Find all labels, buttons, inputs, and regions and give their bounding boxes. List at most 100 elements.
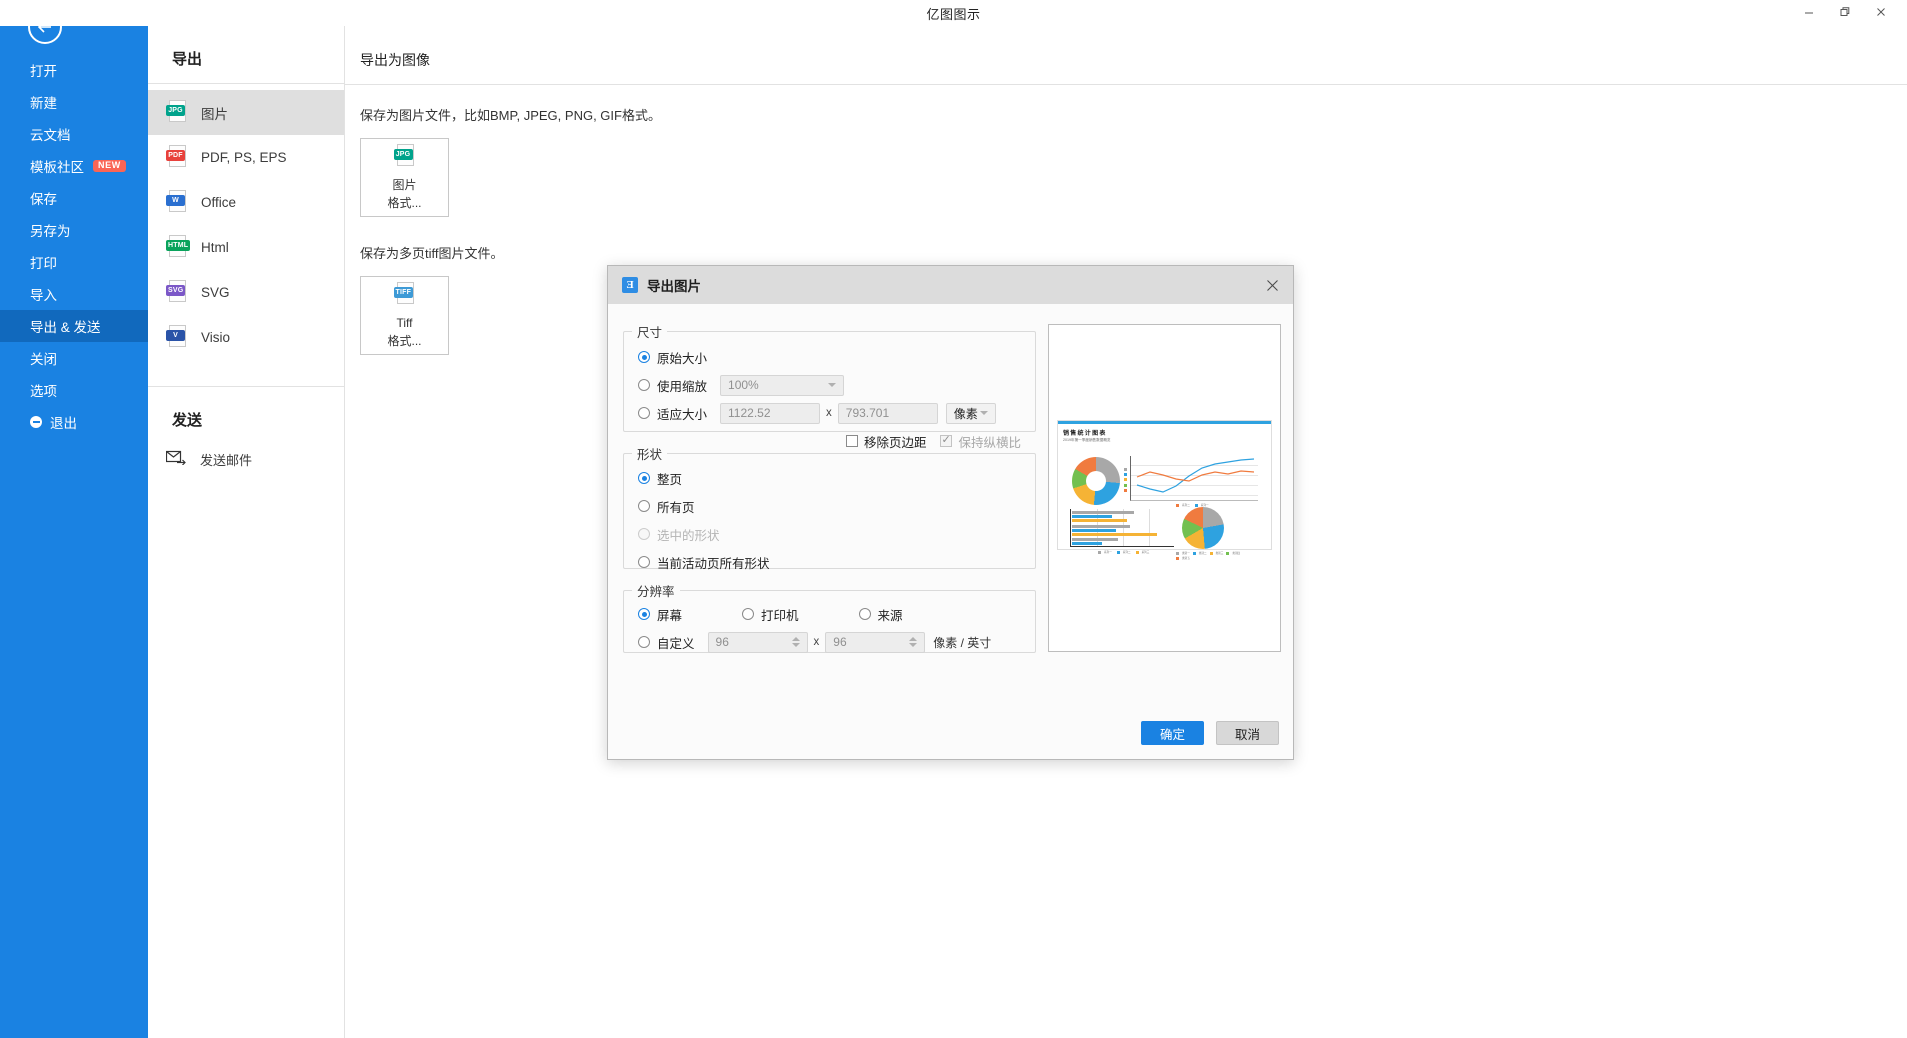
nav-label: 新建 — [30, 92, 57, 112]
sidebar-item-save[interactable]: 保存 — [0, 182, 148, 214]
format-label: Visio — [201, 330, 230, 345]
shape-option-whole-page[interactable]: 整页 — [638, 464, 1035, 492]
sidebar-item-template-community[interactable]: 模板社区 NEW — [0, 150, 148, 182]
send-label: 发送邮件 — [200, 450, 252, 469]
jpg-file-icon: JPG — [166, 100, 188, 126]
format-label: Html — [201, 240, 229, 255]
use-scale-radio[interactable] — [638, 379, 650, 391]
sidebar-item-close[interactable]: 关闭 — [0, 342, 148, 374]
send-item-email[interactable]: 发送邮件 — [148, 442, 344, 476]
sidebar-item-export-and-send[interactable]: 导出 & 发送 — [0, 310, 148, 342]
active-page-shapes-label: 当前活动页所有形状 — [657, 553, 770, 572]
sidebar-item-options[interactable]: 选项 — [0, 374, 148, 406]
fit-size-radio[interactable] — [638, 407, 650, 419]
card-line2: 格式... — [387, 195, 421, 211]
ok-button[interactable]: 确定 — [1141, 721, 1204, 745]
export-preview: 销 售 统 计 图 表 2019年第一季度销售数据概览 类别一 类别二 类别三 … — [1048, 324, 1281, 652]
shape-option-all-pages[interactable]: 所有页 — [638, 492, 1035, 520]
sidebar-item-open[interactable]: 打开 — [0, 54, 148, 86]
image-format-card[interactable]: JPG 图片 格式... — [360, 138, 449, 217]
sidebar-item-save-as[interactable]: 另存为 — [0, 214, 148, 246]
dpi-unit-label: 像素 / 英寸 — [933, 634, 991, 651]
size-legend: 尺寸 — [632, 322, 667, 341]
nav-label: 另存为 — [30, 220, 71, 240]
dialog-title-bar: Ǝ 导出图片 — [608, 266, 1293, 304]
restore-icon[interactable] — [1827, 0, 1863, 24]
original-size-radio[interactable] — [638, 351, 650, 363]
dialog-close-icon[interactable] — [1263, 276, 1281, 294]
width-input[interactable]: 1122.52 — [720, 403, 820, 424]
fit-size-row[interactable]: 适应大小 1122.52 x 793.701 像素 — [638, 399, 1035, 427]
format-item-html[interactable]: HTML Html — [148, 225, 344, 270]
card-line1: 图片 — [392, 177, 416, 193]
tiff-file-icon: TIFF — [394, 282, 416, 308]
sidebar-item-exit[interactable]: 退出 — [0, 406, 148, 438]
unit-dropdown[interactable]: 像素 — [946, 403, 996, 424]
format-list: JPG 图片 PDF PDF, PS, EPS W Office HTML Ht… — [148, 84, 344, 360]
height-value: 793.701 — [846, 406, 889, 420]
preview-page: 销 售 统 计 图 表 2019年第一季度销售数据概览 类别一 类别二 类别三 … — [1057, 420, 1272, 550]
scale-dropdown[interactable]: 100% — [720, 375, 844, 396]
dpi-x-stepper[interactable] — [792, 637, 800, 647]
left-navigation: 打开 新建 云文档 模板社区 NEW 保存 另存为 打印 导入 导出 & 发送 … — [0, 0, 148, 1038]
format-item-pdf-ps-eps[interactable]: PDF PDF, PS, EPS — [148, 135, 344, 180]
nav-label: 导出 & 发送 — [30, 316, 101, 336]
height-input[interactable]: 793.701 — [838, 403, 938, 424]
visio-file-icon: V — [166, 325, 188, 351]
preview-pie-chart — [1182, 507, 1224, 549]
source-radio[interactable] — [859, 608, 871, 620]
cancel-button[interactable]: 取消 — [1216, 721, 1279, 745]
minimize-icon[interactable] — [1791, 0, 1827, 24]
preview-line-chart — [1130, 456, 1258, 501]
whole-page-radio[interactable] — [638, 472, 650, 484]
shape-option-active-page-shapes[interactable]: 当前活动页所有形状 — [638, 548, 1035, 576]
preview-donut-chart — [1072, 457, 1120, 505]
custom-radio[interactable] — [638, 636, 650, 648]
dialog-title: 导出图片 — [647, 275, 701, 295]
dpi-y-value: 96 — [833, 635, 846, 649]
format-label: 图片 — [201, 103, 228, 123]
sidebar-item-new[interactable]: 新建 — [0, 86, 148, 118]
window-controls — [1791, 0, 1899, 24]
all-pages-radio[interactable] — [638, 500, 650, 512]
tiff-format-card[interactable]: TIFF Tiff 格式... — [360, 276, 449, 355]
sidebar-item-cloud-docs[interactable]: 云文档 — [0, 118, 148, 150]
active-page-shapes-radio[interactable] — [638, 556, 650, 568]
format-item-office[interactable]: W Office — [148, 180, 344, 225]
nav-label: 导入 — [30, 284, 57, 304]
custom-label: 自定义 — [657, 633, 695, 652]
screen-radio[interactable] — [638, 608, 650, 620]
preview-bar-chart — [1070, 509, 1174, 547]
image-export-description: 保存为图片文件，比如BMP, JPEG, PNG, GIF格式。 — [345, 85, 1907, 124]
source-label: 来源 — [878, 605, 903, 624]
mail-send-icon — [166, 450, 186, 468]
nav-label: 保存 — [30, 188, 57, 208]
app-logo-icon: Ǝ — [622, 277, 638, 293]
sidebar-item-print[interactable]: 打印 — [0, 246, 148, 278]
close-icon[interactable] — [1863, 0, 1899, 24]
chevron-down-icon — [828, 383, 836, 387]
dpi-x-input[interactable]: 96 — [708, 632, 808, 653]
fit-size-label: 适应大小 — [657, 404, 707, 423]
scale-value: 100% — [728, 378, 759, 392]
dpi-y-input[interactable]: 96 — [825, 632, 925, 653]
printer-radio[interactable] — [742, 608, 754, 620]
preview-doc-title: 销 售 统 计 图 表 — [1063, 428, 1271, 437]
exit-icon — [30, 416, 42, 428]
word-file-icon: W — [166, 190, 188, 216]
app-title: 亿图图示 — [926, 4, 980, 23]
original-size-row[interactable]: 原始大小 — [638, 343, 1035, 371]
whole-page-label: 整页 — [657, 469, 682, 488]
jpg-file-icon: JPG — [394, 144, 416, 170]
dpi-y-stepper[interactable] — [909, 637, 917, 647]
format-item-svg[interactable]: SVG SVG — [148, 270, 344, 315]
format-item-visio[interactable]: V Visio — [148, 315, 344, 360]
nav-label: 关闭 — [30, 348, 57, 368]
dpi-x-separator: x — [814, 636, 820, 648]
nav-list: 打开 新建 云文档 模板社区 NEW 保存 另存为 打印 导入 导出 & 发送 … — [0, 54, 148, 438]
new-badge: NEW — [93, 160, 126, 173]
sidebar-item-import[interactable]: 导入 — [0, 278, 148, 310]
format-item-image[interactable]: JPG 图片 — [148, 90, 344, 135]
title-bar: 亿图图示 — [0, 0, 1907, 26]
use-scale-row[interactable]: 使用缩放 100% — [638, 371, 1035, 399]
